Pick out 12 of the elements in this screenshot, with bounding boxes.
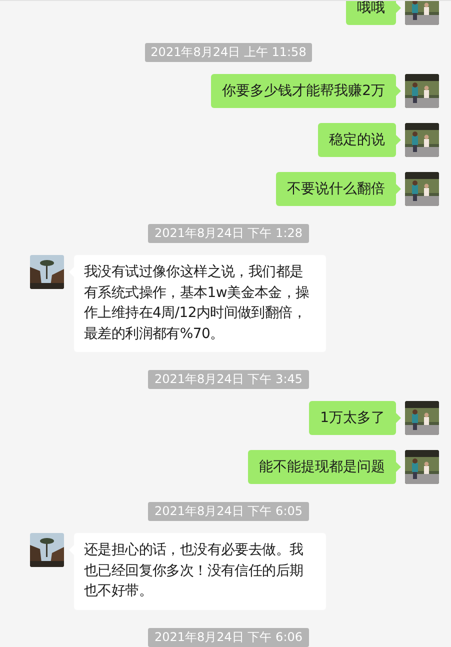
timestamp: 2021年8月24日 下午 3:45 — [148, 370, 309, 389]
message-bubble: 不要说什么翻倍 — [276, 172, 396, 206]
message-bubble: 稳定的说 — [318, 123, 396, 157]
message-bubble: 1万太多了 — [309, 401, 396, 435]
timestamp: 2021年8月24日 上午 11:58 — [144, 43, 312, 62]
timestamp: 2021年8月24日 下午 6:05 — [148, 502, 309, 521]
message-bubble: 能不能提现都是问题 — [248, 450, 396, 484]
message-bubble: 我没有试过像你这样之说，我们都是有系统式操作，基本1w美金本金，操作上维持在4周/12内时间做到翻倍，最差的利润都有%70。 — [74, 255, 326, 352]
message-bubble: 还是担心的话，也没有必要去做。我也已经回复你多次！没有信任的后期也不好带。 — [74, 533, 326, 610]
timestamp: 2021年8月24日 下午 6:06 — [148, 628, 309, 646]
timestamp: 2021年8月24日 下午 1:28 — [148, 224, 309, 243]
message-bubble: 你要多少钱才能帮我赚2万 — [211, 74, 396, 108]
